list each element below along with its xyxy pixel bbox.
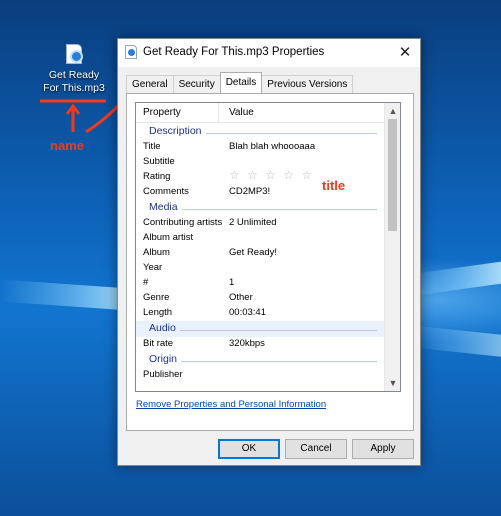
section-label: Audio bbox=[148, 322, 180, 334]
tab-details[interactable]: Details bbox=[219, 72, 263, 93]
list-rows: Description Title Blah blah whoooaaa Sub… bbox=[136, 124, 385, 383]
property-value: Other bbox=[229, 292, 253, 303]
property-name: # bbox=[143, 277, 149, 288]
section-header-origin[interactable]: Origin bbox=[136, 352, 385, 368]
section-header-description[interactable]: Description bbox=[136, 124, 385, 140]
mp3-file-icon bbox=[125, 45, 137, 59]
property-name: Length bbox=[143, 307, 173, 318]
tab-previous-versions[interactable]: Previous Versions bbox=[261, 75, 354, 93]
ok-button[interactable]: OK bbox=[218, 439, 280, 459]
property-name: Rating bbox=[143, 171, 171, 182]
section-label: Description bbox=[148, 125, 206, 137]
property-name: Title bbox=[143, 141, 161, 152]
section-header-audio[interactable]: Audio bbox=[136, 321, 385, 337]
scroll-down-arrow-icon[interactable]: ▼ bbox=[385, 375, 400, 391]
property-value: Blah blah whoooaaa bbox=[229, 141, 316, 152]
column-header-value[interactable]: Value bbox=[229, 107, 254, 118]
section-divider bbox=[150, 330, 377, 331]
property-name: Publisher bbox=[143, 369, 183, 380]
property-row-publisher[interactable]: Publisher bbox=[136, 368, 385, 383]
section-divider bbox=[150, 361, 377, 362]
property-name: Genre bbox=[143, 292, 170, 303]
dialog-body: General Security Details Previous Versio… bbox=[118, 67, 420, 465]
property-row-comments[interactable]: Comments CD2MP3! bbox=[136, 185, 385, 200]
tab-strip: General Security Details Previous Versio… bbox=[126, 72, 354, 93]
properties-dialog: Get Ready For This.mp3 Properties ✕ Gene… bbox=[117, 38, 421, 466]
property-name: Comments bbox=[143, 186, 189, 197]
property-value: CD2MP3! bbox=[229, 186, 271, 197]
scroll-up-arrow-icon[interactable]: ▲ bbox=[385, 103, 400, 119]
property-name: Bit rate bbox=[143, 338, 174, 349]
property-row-title[interactable]: Title Blah blah whoooaaa bbox=[136, 140, 385, 155]
dialog-button-bar: OK Cancel Apply bbox=[118, 439, 420, 463]
property-name: Album artist bbox=[143, 232, 194, 243]
dialog-title: Get Ready For This.mp3 Properties bbox=[143, 46, 325, 58]
apply-button[interactable]: Apply bbox=[352, 439, 414, 459]
scroll-thumb[interactable] bbox=[388, 119, 397, 231]
property-row-track-number[interactable]: # 1 bbox=[136, 276, 385, 291]
section-divider bbox=[150, 209, 377, 210]
property-name: Album bbox=[143, 247, 170, 258]
dialog-titlebar[interactable]: Get Ready For This.mp3 Properties ✕ bbox=[118, 39, 420, 67]
property-row-album-artist[interactable]: Album artist bbox=[136, 231, 385, 246]
section-label: Media bbox=[148, 201, 182, 213]
tab-general[interactable]: General bbox=[126, 75, 174, 93]
property-name: Year bbox=[143, 262, 163, 273]
property-row-genre[interactable]: Genre Other bbox=[136, 291, 385, 306]
property-row-contributing-artists[interactable]: Contributing artists 2 Unlimited bbox=[136, 216, 385, 231]
property-row-rating[interactable]: Rating ☆ ☆ ☆ ☆ ☆ bbox=[136, 168, 385, 185]
remove-properties-link[interactable]: Remove Properties and Personal Informati… bbox=[136, 399, 326, 410]
property-row-length[interactable]: Length 00:03:41 bbox=[136, 306, 385, 321]
rating-stars[interactable]: ☆ ☆ ☆ ☆ ☆ bbox=[229, 168, 314, 182]
annotation-title-label: title bbox=[322, 178, 346, 193]
properties-list[interactable]: Property Value Description Title Blah bl… bbox=[135, 102, 401, 392]
property-value: Get Ready! bbox=[229, 247, 278, 258]
details-panel: Property Value Description Title Blah bl… bbox=[126, 93, 414, 431]
property-name: Subtitle bbox=[143, 156, 175, 167]
annotation-name-label: name bbox=[50, 138, 84, 153]
column-divider[interactable] bbox=[218, 103, 219, 123]
property-row-album[interactable]: Album Get Ready! bbox=[136, 246, 385, 261]
property-value: 2 Unlimited bbox=[229, 217, 277, 228]
column-header-property[interactable]: Property bbox=[143, 107, 181, 118]
section-header-media[interactable]: Media bbox=[136, 200, 385, 216]
property-row-bit-rate[interactable]: Bit rate 320kbps bbox=[136, 337, 385, 352]
property-name: Contributing artists bbox=[143, 217, 223, 228]
section-label: Origin bbox=[148, 353, 182, 365]
property-value: 1 bbox=[229, 277, 235, 288]
cancel-button[interactable]: Cancel bbox=[285, 439, 347, 459]
property-value: 00:03:41 bbox=[229, 307, 266, 318]
list-header: Property Value bbox=[136, 103, 385, 123]
close-button[interactable]: ✕ bbox=[390, 39, 420, 67]
tab-security[interactable]: Security bbox=[172, 75, 221, 93]
vertical-scrollbar[interactable]: ▲ ▼ bbox=[384, 103, 400, 391]
property-value: 320kbps bbox=[229, 338, 265, 349]
property-row-year[interactable]: Year bbox=[136, 261, 385, 276]
